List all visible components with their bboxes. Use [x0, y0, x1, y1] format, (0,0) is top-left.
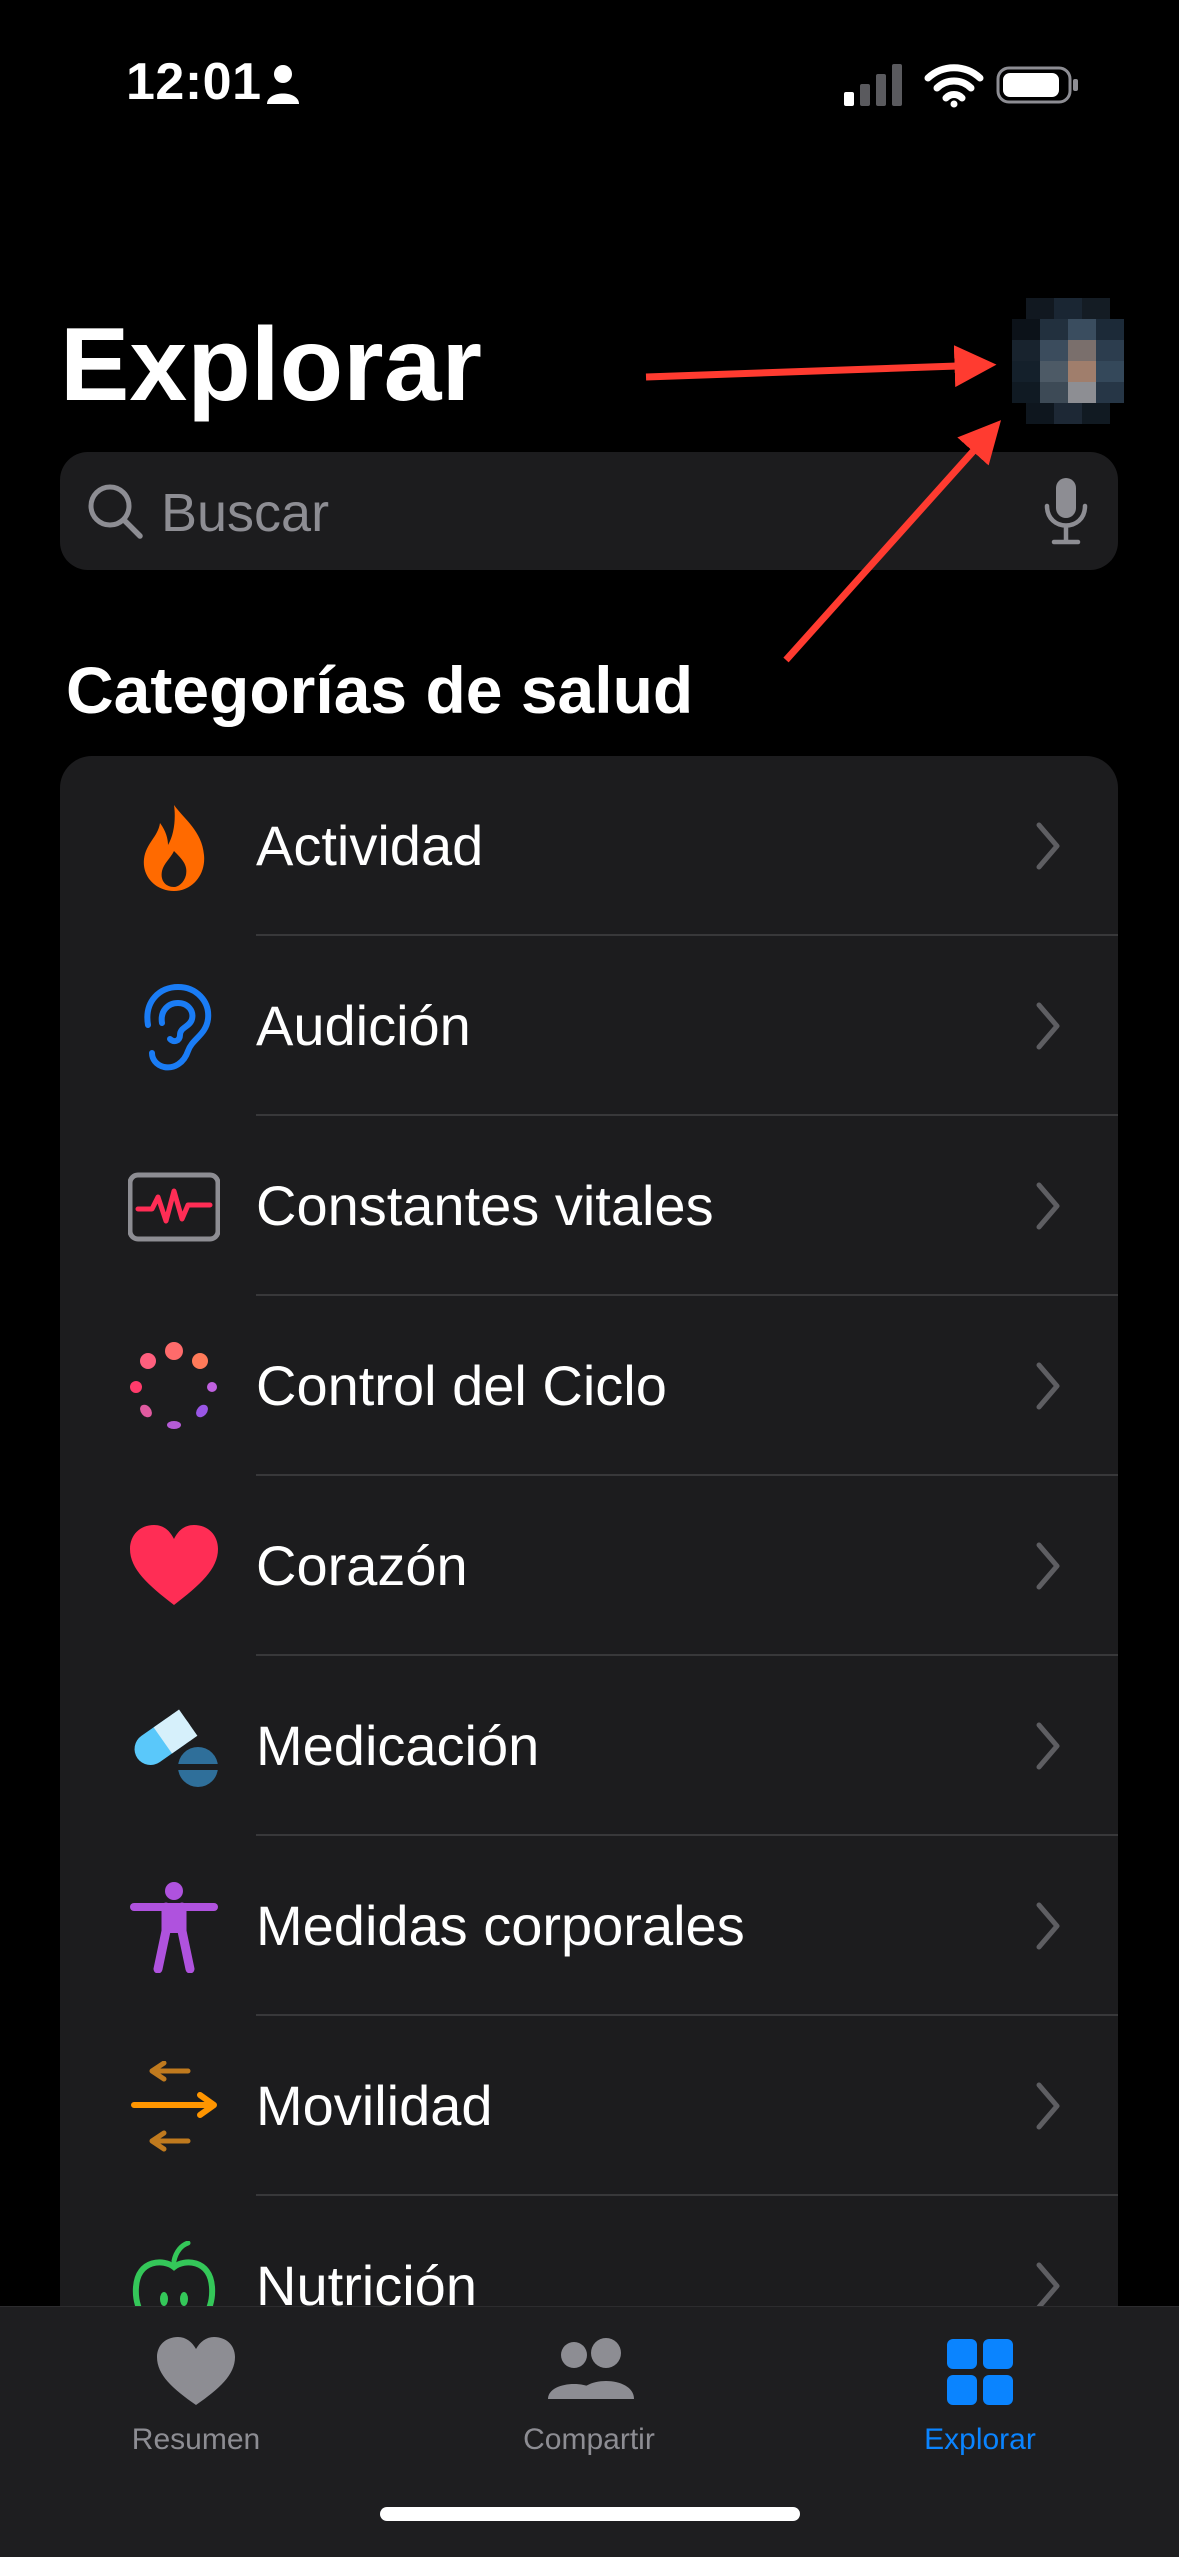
grid-icon: [947, 2339, 1013, 2405]
people-icon: [548, 2338, 634, 2399]
pills-icon: [134, 1709, 218, 1787]
category-label: Control del Ciclo: [256, 1354, 667, 1417]
category-label: Movilidad: [256, 2074, 493, 2137]
tab-label: Resumen: [131, 2423, 261, 2456]
category-label: Audición: [256, 994, 471, 1057]
category-row-medidas-corporales[interactable]: Medidas corporales: [60, 1836, 1118, 2016]
category-row-control-del-ciclo[interactable]: Control del Ciclo: [60, 1296, 1118, 1476]
category-row-medicacion[interactable]: Medicación: [60, 1656, 1118, 1836]
search-input[interactable]: Buscar: [161, 482, 329, 544]
chevron-right-icon: [1036, 2262, 1060, 2310]
category-row-movilidad[interactable]: Movilidad: [60, 2016, 1118, 2196]
battery-icon: [996, 66, 1078, 104]
tab-label: Explorar: [924, 2423, 1036, 2456]
search-icon: [88, 484, 143, 539]
arrows-icon: [131, 2061, 217, 2152]
category-row-constantes-vitales[interactable]: Constantes vitales: [60, 1116, 1118, 1296]
ear-icon: [144, 983, 212, 1071]
microphone-icon[interactable]: [1042, 476, 1090, 546]
category-label: Constantes vitales: [256, 1174, 714, 1237]
category-row-actividad[interactable]: Actividad: [60, 756, 1118, 936]
flame-icon: [143, 805, 205, 891]
body-icon: [130, 1882, 218, 1973]
category-label: Actividad: [256, 814, 484, 877]
category-row-audicion[interactable]: Audición: [60, 936, 1118, 1116]
chevron-right-icon: [1036, 1902, 1060, 1950]
chevron-right-icon: [1036, 1722, 1060, 1770]
page-title: Explorar: [60, 307, 482, 423]
vitals-icon: [128, 1172, 220, 1242]
heart-icon: [130, 1525, 218, 1605]
chevron-right-icon: [1036, 1182, 1060, 1230]
tab-resumen[interactable]: Resumen: [66, 2307, 326, 2507]
section-title: Categorías de salud: [66, 653, 694, 727]
person-icon: [267, 65, 299, 104]
profile-avatar-button[interactable]: [1012, 298, 1124, 424]
search-bar[interactable]: Buscar: [60, 452, 1118, 570]
tab-compartir[interactable]: Compartir: [459, 2307, 719, 2507]
annotation-arrow: [645, 345, 997, 388]
cycle-icon: [130, 1342, 217, 1429]
chevron-right-icon: [1036, 2082, 1060, 2130]
chevron-right-icon: [1036, 1542, 1060, 1590]
chevron-right-icon: [1036, 1002, 1060, 1050]
home-indicator[interactable]: [380, 2507, 800, 2521]
heart-icon: [157, 2337, 235, 2405]
status-bar: 12:01: [0, 0, 1179, 180]
health-categories-list: Actividad Audición Constantes vitales Co…: [60, 756, 1118, 2356]
tab-label: Compartir: [523, 2423, 655, 2456]
cellular-signal-icon: [844, 64, 902, 106]
chevron-right-icon: [1036, 1362, 1060, 1410]
category-label: Corazón: [256, 1534, 468, 1597]
status-time: 12:01: [126, 53, 262, 111]
chevron-right-icon: [1036, 822, 1060, 870]
category-label: Medicación: [256, 1714, 540, 1777]
category-label: Medidas corporales: [256, 1894, 745, 1957]
wifi-icon: [924, 64, 984, 108]
category-row-corazon[interactable]: Corazón: [60, 1476, 1118, 1656]
tab-explorar[interactable]: Explorar: [850, 2307, 1110, 2507]
